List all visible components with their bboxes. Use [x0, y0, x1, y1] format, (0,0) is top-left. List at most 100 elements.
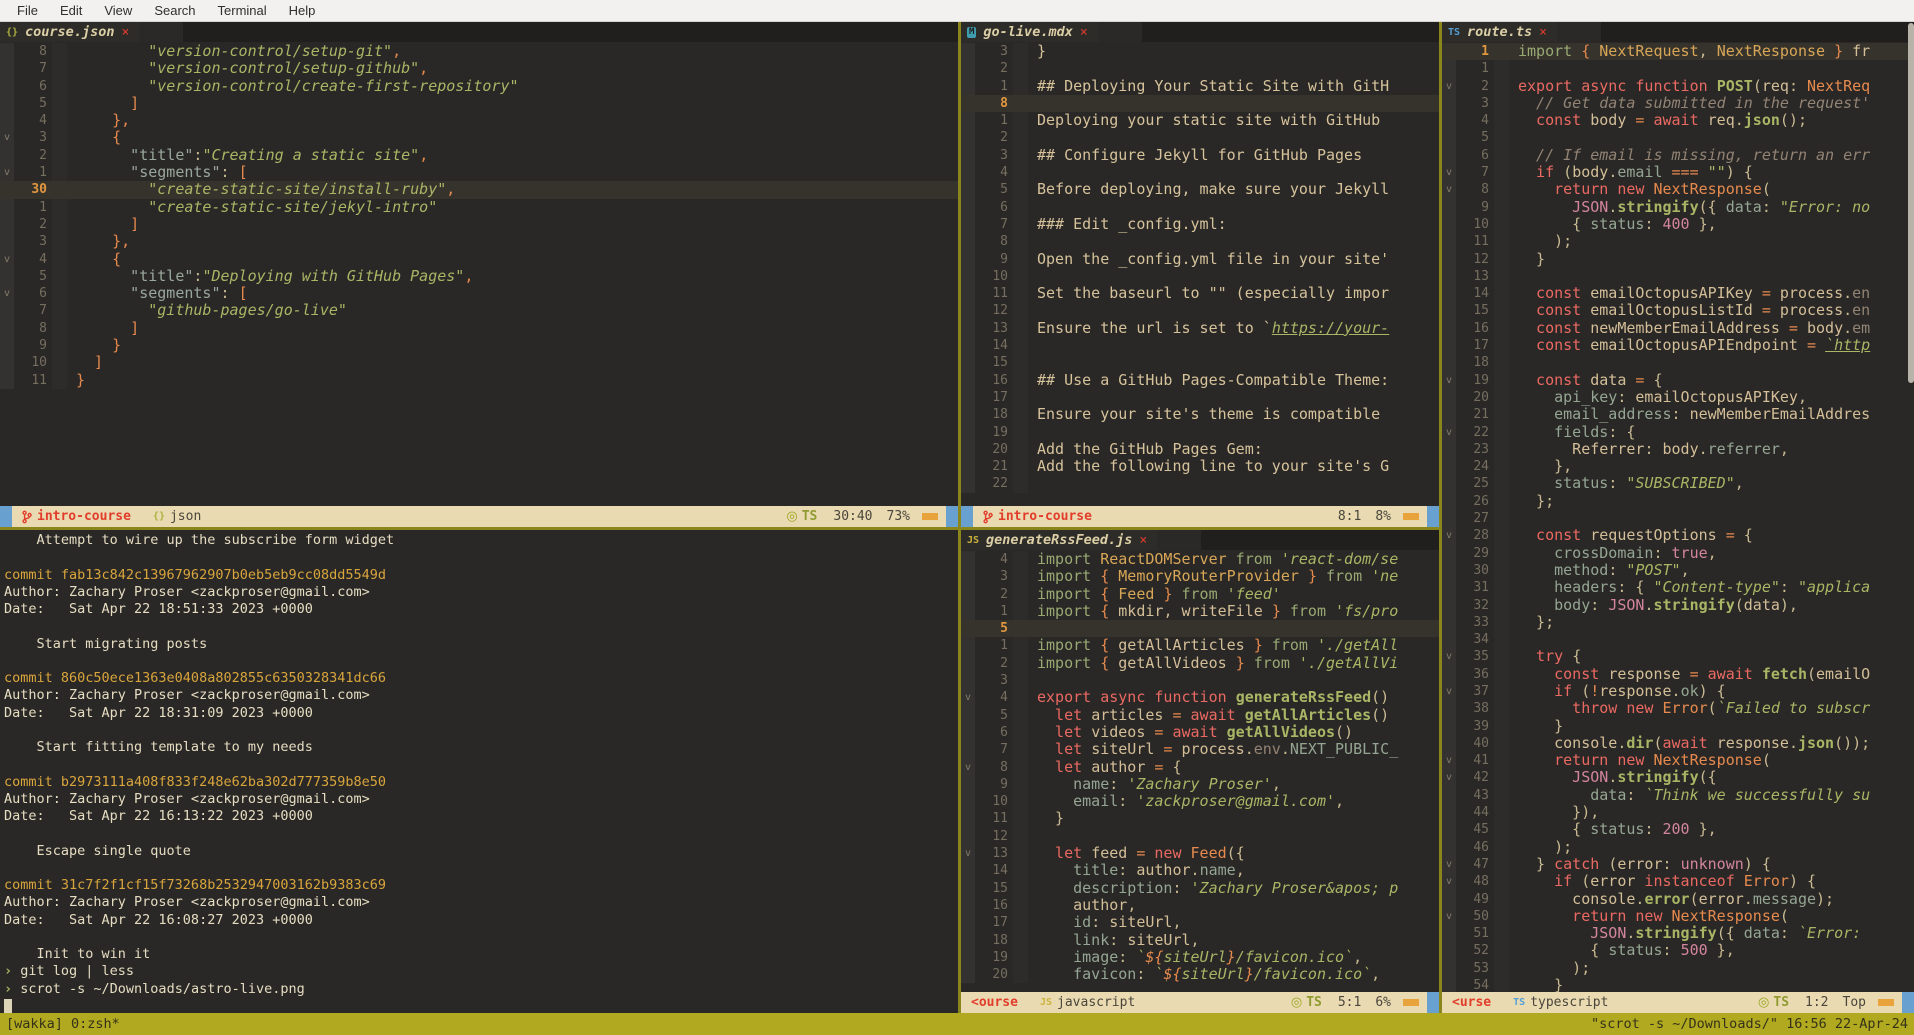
code-line: 15 const emailOctopusListId = process.en [1442, 302, 1914, 319]
code-text: { status: 200 }, [1509, 821, 1717, 838]
code-token: = [1163, 706, 1190, 724]
terminal-line [4, 929, 958, 946]
code-text: Referrer: body.referrer, [1509, 441, 1789, 458]
fold-column [0, 233, 14, 250]
code-token: , [1127, 896, 1136, 914]
code-token: console [1518, 734, 1617, 752]
fold-chevron-icon[interactable]: v [0, 251, 14, 268]
code-token: ); [1518, 959, 1590, 977]
code-token: , [1191, 931, 1200, 949]
fold-chevron-icon[interactable]: v [961, 689, 975, 706]
fold-chevron-icon[interactable]: v [1442, 164, 1456, 181]
code-token: : [1118, 792, 1136, 810]
code-token: = [1780, 319, 1807, 337]
code-token: response [1608, 665, 1680, 683]
route-ts-buffer[interactable]: 1import { NextRequest, NextResponse } fr… [1442, 42, 1914, 992]
fold-chevron-icon[interactable]: v [961, 759, 975, 776]
course-json-buffer[interactable]: 8 "version-control/setup-git", 7 "versio… [0, 42, 958, 506]
sign-column [1494, 164, 1509, 181]
code-token: if [1518, 163, 1563, 181]
code-token: , [1172, 913, 1181, 931]
fold-chevron-icon[interactable]: v [1442, 181, 1456, 198]
close-icon[interactable]: × [1139, 533, 1147, 548]
go-live-mdx-buffer[interactable]: 3} 2 1## Deploying Your Static Site with… [961, 42, 1439, 506]
code-token: req [1708, 111, 1735, 129]
code-token: JSON [1518, 198, 1608, 216]
sign-column [1494, 354, 1509, 371]
fold-chevron-icon[interactable]: v [0, 164, 14, 181]
code-token: 'fs/pro [1335, 602, 1398, 620]
sign-column [1494, 268, 1509, 285]
fold-chevron-icon[interactable]: v [1442, 683, 1456, 700]
code-line: 3 }, [0, 233, 958, 250]
code-text: ## Deploying Your Static Site with GitH [1028, 78, 1389, 95]
code-token: getAllVideos [1109, 654, 1235, 672]
menu-item-search[interactable]: Search [143, 3, 206, 18]
tmux-session-label[interactable]: [wakka] 0:zsh* [6, 1016, 120, 1032]
close-icon[interactable]: × [1539, 25, 1547, 40]
code-line: v37 if (!response.ok) { [1442, 683, 1914, 700]
fold-column [1442, 406, 1456, 423]
menu-item-view[interactable]: View [93, 3, 143, 18]
fold-chevron-icon[interactable]: v [1442, 424, 1456, 441]
tab-course-json[interactable]: {} course.json × [0, 22, 139, 42]
sign-column [1013, 707, 1028, 724]
fold-chevron-icon[interactable]: v [1442, 752, 1456, 769]
code-token: `Think we successfully su [1644, 786, 1870, 804]
fold-chevron-icon[interactable]: v [0, 285, 14, 302]
tab-generate-rss-feed[interactable]: JS generateRssFeed.js × [961, 530, 1157, 550]
fold-column [961, 949, 975, 966]
fold-chevron-icon[interactable]: v [1442, 527, 1456, 544]
code-text: const emailOctopusAPIEndpoint = `http [1509, 337, 1870, 354]
menu-item-edit[interactable]: Edit [49, 3, 93, 18]
menu-item-terminal[interactable]: Terminal [207, 3, 278, 18]
pane-shell-terminal[interactable]: Attempt to wire up the subscribe form wi… [0, 530, 958, 1013]
tab-route-ts[interactable]: TS route.ts × [1442, 22, 1557, 42]
pane-route-ts: TS route.ts × 1import { NextRequest, Nex… [1442, 22, 1914, 1013]
fold-chevron-icon[interactable]: v [0, 129, 14, 146]
fold-chevron-icon[interactable]: v [1442, 372, 1456, 389]
fold-chevron-icon[interactable]: v [1442, 648, 1456, 665]
menu-item-file[interactable]: File [6, 3, 49, 18]
code-token: : [1644, 820, 1662, 838]
fold-chevron-icon[interactable]: v [1442, 908, 1456, 925]
fold-chevron-icon[interactable]: v [1442, 856, 1456, 873]
fold-chevron-icon[interactable]: v [1442, 769, 1456, 786]
fold-chevron-icon[interactable]: v [1442, 873, 1456, 890]
fold-column [961, 620, 975, 637]
fold-column [1442, 891, 1456, 908]
fold-column [961, 199, 975, 216]
terminal-line: Init to win it [4, 946, 958, 963]
code-text: return new NextResponse( [1509, 752, 1771, 769]
code-line: 19 [961, 424, 1439, 441]
line-number: 19 [975, 949, 1013, 966]
code-line: 7### Edit _config.yml: [961, 216, 1439, 233]
code-token: , [446, 180, 455, 198]
generate-rss-feed-buffer[interactable]: 4import ReactDOMServer from 'react-dom/s… [961, 550, 1439, 992]
code-line: 10 [961, 268, 1439, 285]
menu-item-help[interactable]: Help [278, 3, 327, 18]
fold-column [961, 568, 975, 585]
fold-chevron-icon[interactable]: v [961, 845, 975, 862]
line-number: 9 [975, 776, 1013, 793]
code-token: NextRequest [1590, 42, 1698, 60]
scrollbar[interactable] [1908, 23, 1914, 383]
sign-column [1494, 666, 1509, 683]
fold-column [1442, 579, 1456, 596]
terminal-line: Author: Zachary Proser <zackproser@gmail… [4, 791, 958, 808]
code-text: const emailOctopusAPIKey = process.en [1509, 285, 1870, 302]
close-icon[interactable]: × [1080, 25, 1088, 40]
tab-go-live-mdx[interactable]: M go-live.mdx × [961, 22, 1098, 42]
fold-chevron-icon[interactable]: v [1442, 78, 1456, 95]
sign-column [52, 285, 67, 302]
close-icon[interactable]: × [121, 25, 129, 40]
sign-column [52, 78, 67, 95]
fold-column [961, 932, 975, 949]
line-number: 11 [1456, 233, 1494, 250]
code-text: fields: { [1509, 424, 1635, 441]
code-text: ); [1509, 233, 1572, 250]
code-token: response [1717, 734, 1789, 752]
code-text [1028, 672, 1037, 689]
code-token: const [1518, 526, 1590, 544]
sign-column [1494, 302, 1509, 319]
